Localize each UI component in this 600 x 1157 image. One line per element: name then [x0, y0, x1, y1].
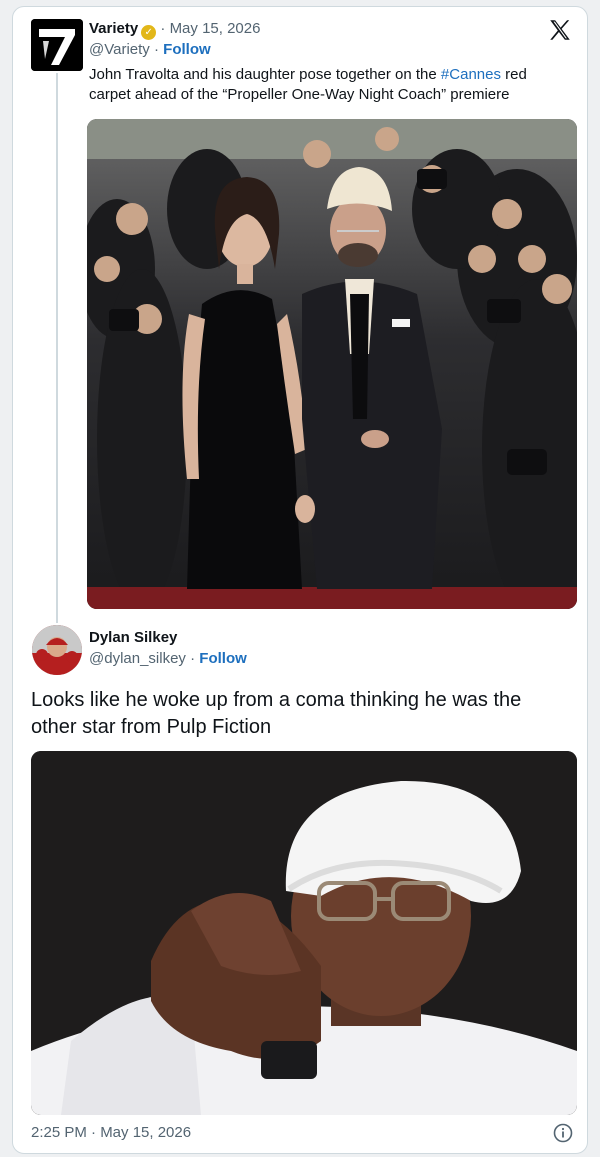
dylan-avatar[interactable]: [32, 625, 82, 675]
reply-author-handle[interactable]: @dylan_silkey: [89, 650, 186, 667]
x-logo-icon[interactable]: [547, 17, 573, 43]
quoted-tweet-header: Variety ✓ · May 15, 2026 @Variety · Follo…: [89, 19, 260, 60]
quoted-tweet-text: John Travolta and his daughter pose toge…: [89, 65, 559, 105]
variety-logo-icon: [31, 19, 83, 71]
separator: ·: [160, 20, 166, 37]
thread-connector-line: [56, 73, 58, 623]
tweet-timestamp[interactable]: 2:25 PM · May 15, 2026: [31, 1124, 191, 1141]
reply-photo-image: [31, 751, 577, 1115]
follow-button[interactable]: Follow: [163, 41, 211, 58]
variety-avatar[interactable]: [31, 19, 83, 71]
info-icon[interactable]: [553, 1123, 573, 1143]
separator: ·: [190, 650, 196, 667]
dylan-avatar-image: [32, 625, 82, 675]
reply-text: Looks like he woke up from a coma thinki…: [31, 689, 522, 738]
author-handle[interactable]: @Variety: [89, 41, 150, 58]
reply-photo[interactable]: [31, 751, 577, 1115]
verified-badge-icon: ✓: [141, 25, 157, 40]
reply-header: Dylan Silkey @dylan_silkey · Follow: [89, 627, 247, 669]
author-name[interactable]: Variety: [89, 20, 138, 37]
red-carpet-photo[interactable]: [87, 119, 577, 609]
red-carpet-photo-image: [87, 119, 577, 609]
tweet-card: Variety ✓ · May 15, 2026 @Variety · Follo…: [12, 6, 588, 1154]
tweet-text-part: John Travolta and his daughter pose toge…: [89, 66, 441, 83]
hashtag-link[interactable]: #Cannes: [441, 66, 501, 83]
reply-follow-button[interactable]: Follow: [199, 650, 247, 667]
reply-author-name[interactable]: Dylan Silkey: [89, 629, 177, 646]
tweet-date[interactable]: May 15, 2026: [170, 20, 261, 37]
separator: ·: [153, 41, 159, 58]
